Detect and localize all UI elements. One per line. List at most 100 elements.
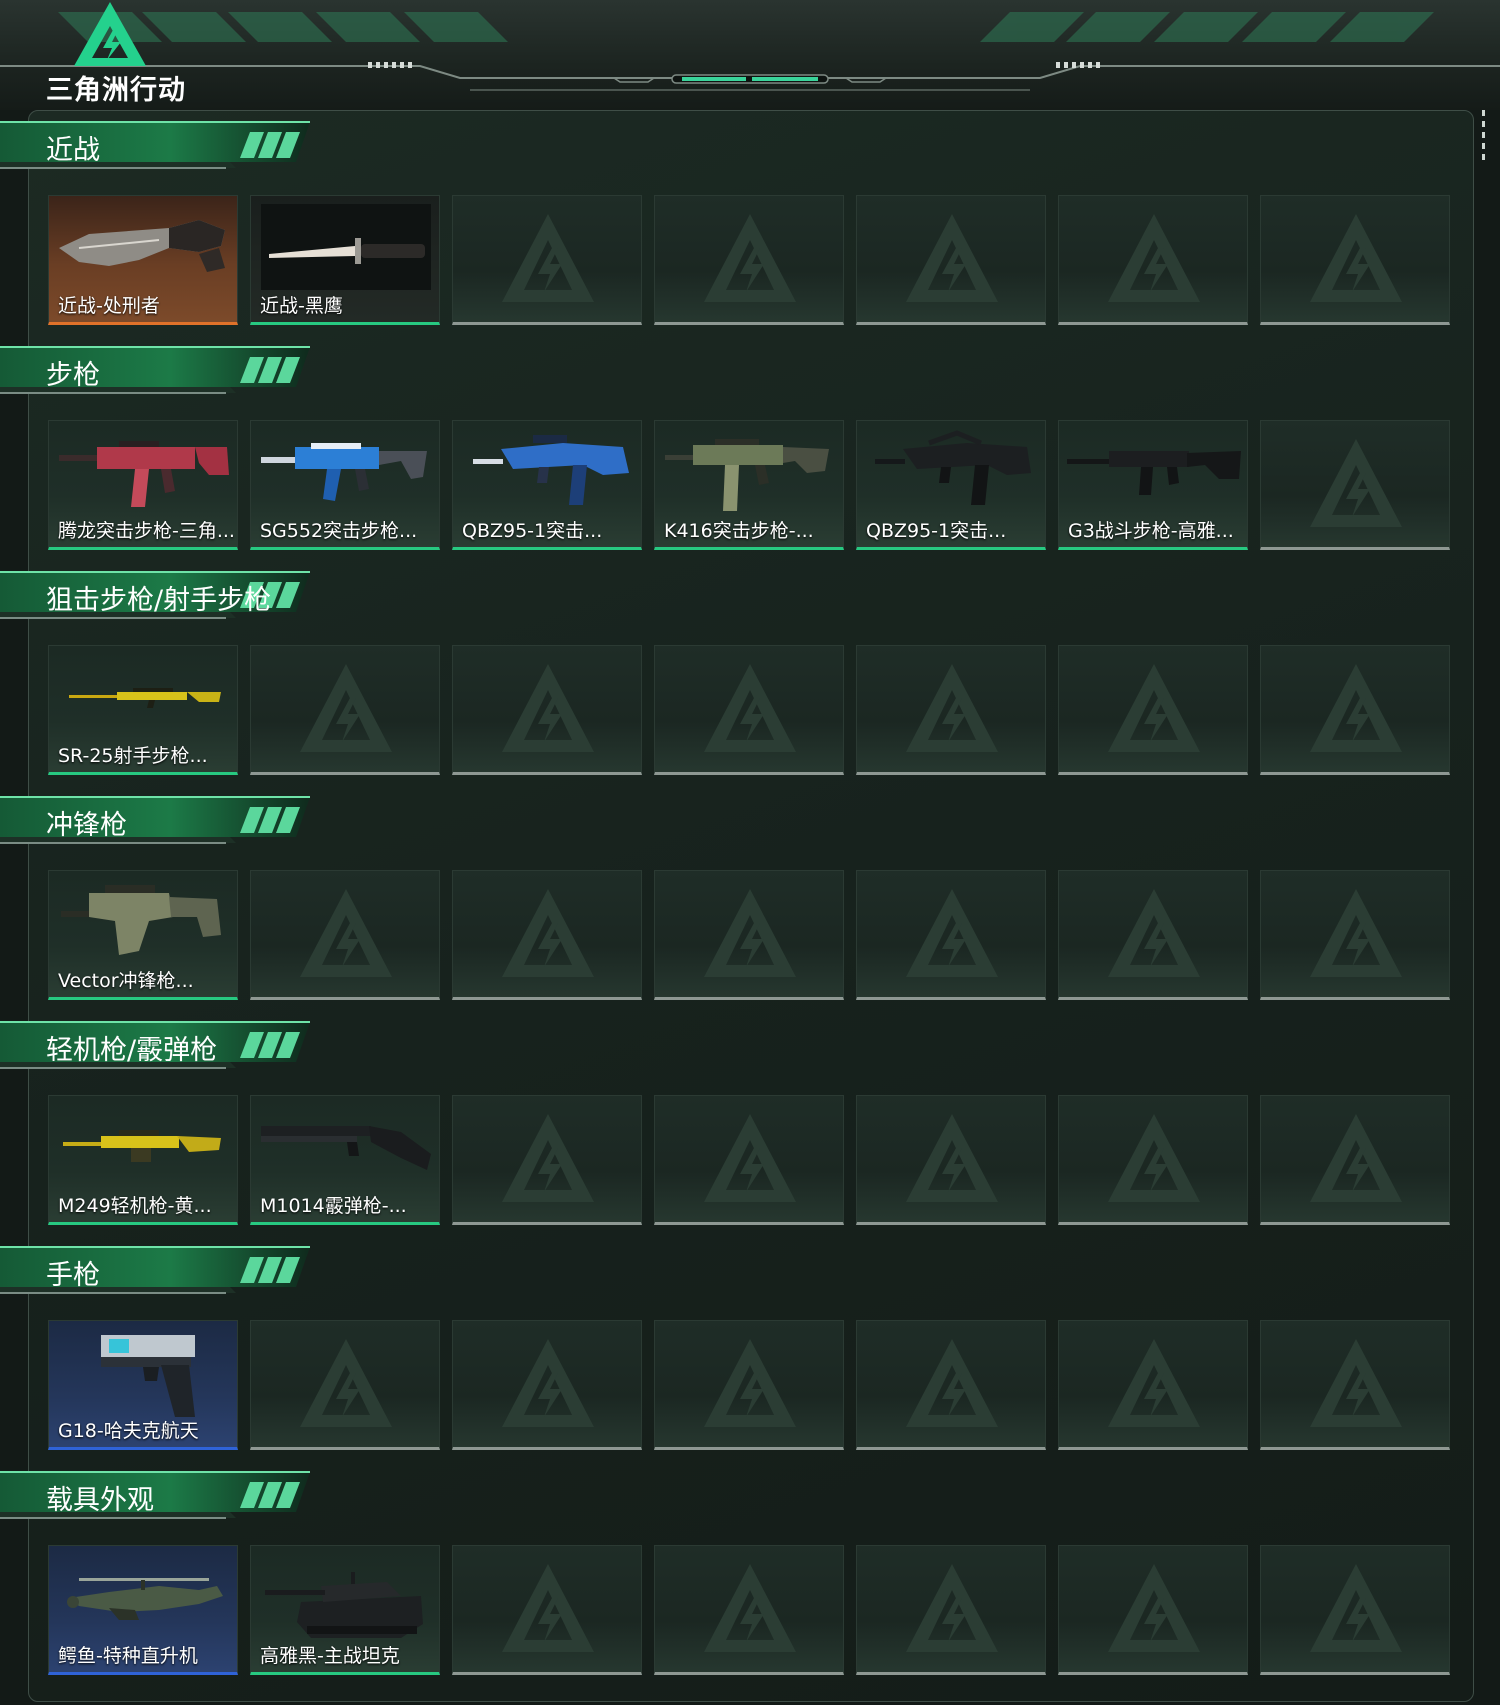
battle-rifle-icon bbox=[1067, 451, 1241, 495]
item-card[interactable]: 近战-黑鹰 bbox=[250, 195, 440, 325]
section-header-sniper: 狙击步枪/射手步枪 bbox=[0, 568, 330, 624]
watermark-logo-icon bbox=[1104, 1558, 1204, 1658]
item-label: QBZ95-1突击... bbox=[866, 520, 1007, 542]
section-title: 近战 bbox=[46, 135, 100, 166]
empty-slot bbox=[452, 1320, 642, 1450]
item-label: G18-哈夫克航天 bbox=[58, 1420, 199, 1442]
section-title: 冲锋枪 bbox=[46, 810, 127, 841]
tank-icon bbox=[265, 1572, 423, 1638]
watermark-logo-icon bbox=[1306, 883, 1406, 983]
empty-slot bbox=[452, 1545, 642, 1675]
section-title: 狙击步枪/射手步枪 bbox=[46, 585, 272, 616]
watermark-logo-icon bbox=[700, 1108, 800, 1208]
item-label: QBZ95-1突击... bbox=[462, 520, 603, 542]
watermark-logo-icon bbox=[1306, 658, 1406, 758]
watermark-logo-icon bbox=[1104, 208, 1204, 308]
empty-slot bbox=[856, 195, 1046, 325]
item-label: M1014霰弹枪-... bbox=[260, 1195, 407, 1217]
assault-rifle-icon bbox=[261, 443, 427, 501]
empty-slot bbox=[1058, 870, 1248, 1000]
item-label: SR-25射手步枪... bbox=[58, 745, 208, 767]
empty-slot bbox=[654, 1545, 844, 1675]
smg-icon bbox=[61, 885, 221, 955]
watermark-logo-icon bbox=[1104, 1108, 1204, 1208]
empty-slot bbox=[1058, 195, 1248, 325]
section-title: 载具外观 bbox=[46, 1485, 154, 1516]
item-label: 高雅黑-主战坦克 bbox=[260, 1645, 400, 1667]
section-title: 步枪 bbox=[46, 360, 100, 391]
item-label: G3战斗步枪-高雅... bbox=[1068, 520, 1234, 542]
section-header-melee: 近战 bbox=[0, 118, 330, 174]
item-card[interactable]: 鳄鱼-特种直升机 bbox=[48, 1545, 238, 1675]
item-card[interactable]: G3战斗步枪-高雅... bbox=[1058, 420, 1248, 550]
logo-text: 三角洲行动 bbox=[46, 75, 186, 106]
shotgun-icon bbox=[261, 1126, 431, 1170]
empty-slot bbox=[452, 1095, 642, 1225]
item-card[interactable]: QBZ95-1突击... bbox=[452, 420, 642, 550]
item-card[interactable]: 近战-处刑者 bbox=[48, 195, 238, 325]
empty-slot bbox=[654, 870, 844, 1000]
empty-slot bbox=[654, 1320, 844, 1450]
watermark-logo-icon bbox=[498, 658, 598, 758]
banner-decoration bbox=[0, 12, 1500, 91]
empty-slot bbox=[856, 870, 1046, 1000]
item-card[interactable]: G18-哈夫克航天 bbox=[48, 1320, 238, 1450]
item-card[interactable]: K416突击步枪-... bbox=[654, 420, 844, 550]
section-title: 轻机枪/霰弹枪 bbox=[46, 1035, 218, 1066]
empty-slot bbox=[250, 645, 440, 775]
combat-knife-icon bbox=[59, 220, 225, 272]
item-card[interactable]: QBZ95-1突击... bbox=[856, 420, 1046, 550]
empty-slot bbox=[452, 645, 642, 775]
item-label: SG552突击步枪... bbox=[260, 520, 418, 542]
watermark-logo-icon bbox=[1306, 433, 1406, 533]
watermark-logo-icon bbox=[700, 658, 800, 758]
watermark-logo-icon bbox=[498, 208, 598, 308]
empty-slot bbox=[1260, 870, 1450, 1000]
watermark-logo-icon bbox=[700, 1333, 800, 1433]
empty-slot bbox=[1260, 195, 1450, 325]
watermark-logo-icon bbox=[902, 658, 1002, 758]
watermark-logo-icon bbox=[498, 1108, 598, 1208]
watermark-logo-icon bbox=[1104, 658, 1204, 758]
section-header-pistol: 手枪 bbox=[0, 1243, 330, 1299]
empty-slot bbox=[1260, 1095, 1450, 1225]
watermark-logo-icon bbox=[902, 208, 1002, 308]
watermark-logo-icon bbox=[296, 883, 396, 983]
item-label: 近战-黑鹰 bbox=[260, 295, 343, 317]
empty-slot bbox=[1058, 1320, 1248, 1450]
watermark-logo-icon bbox=[498, 1558, 598, 1658]
empty-slot bbox=[856, 1545, 1046, 1675]
item-card[interactable]: M1014霰弹枪-... bbox=[250, 1095, 440, 1225]
item-card[interactable]: 腾龙突击步枪-三角... bbox=[48, 420, 238, 550]
watermark-logo-icon bbox=[498, 1333, 598, 1433]
empty-slot bbox=[1260, 420, 1450, 550]
watermark-logo-icon bbox=[498, 883, 598, 983]
assault-rifle-icon bbox=[665, 439, 829, 511]
empty-slot bbox=[856, 1320, 1046, 1450]
empty-slot bbox=[452, 870, 642, 1000]
item-card[interactable]: SG552突击步枪... bbox=[250, 420, 440, 550]
watermark-logo-icon bbox=[1306, 1558, 1406, 1658]
helicopter-icon bbox=[67, 1578, 223, 1620]
item-card[interactable]: Vector冲锋枪... bbox=[48, 870, 238, 1000]
section-header-lmg-shotgun: 轻机枪/霰弹枪 bbox=[0, 1018, 330, 1074]
watermark-logo-icon bbox=[1104, 883, 1204, 983]
watermark-logo-icon bbox=[1306, 1108, 1406, 1208]
item-card[interactable]: 高雅黑-主战坦克 bbox=[250, 1545, 440, 1675]
item-label: 鳄鱼-特种直升机 bbox=[58, 1645, 198, 1667]
empty-slot bbox=[250, 870, 440, 1000]
watermark-logo-icon bbox=[902, 883, 1002, 983]
scrollbar[interactable] bbox=[1482, 110, 1486, 178]
delta-triangle-logo-icon bbox=[74, 2, 146, 66]
empty-slot bbox=[856, 645, 1046, 775]
watermark-logo-icon bbox=[700, 1558, 800, 1658]
empty-slot bbox=[654, 1095, 844, 1225]
bullpup-rifle-icon bbox=[875, 430, 1031, 505]
item-label: M249轻机枪-黄... bbox=[58, 1195, 212, 1217]
watermark-logo-icon bbox=[902, 1558, 1002, 1658]
empty-slot bbox=[1058, 1095, 1248, 1225]
watermark-logo-icon bbox=[902, 1108, 1002, 1208]
item-card[interactable]: M249轻机枪-黄... bbox=[48, 1095, 238, 1225]
item-card[interactable]: SR-25射手步枪... bbox=[48, 645, 238, 775]
watermark-logo-icon bbox=[1306, 1333, 1406, 1433]
